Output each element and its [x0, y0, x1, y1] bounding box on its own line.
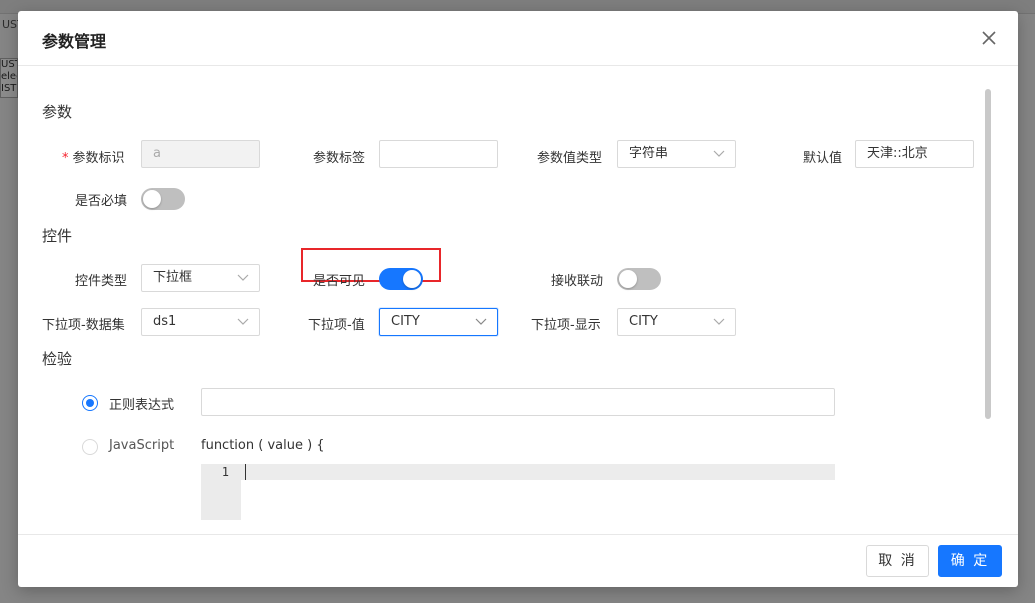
- regex-radio-label[interactable]: 正则表达式: [109, 394, 174, 413]
- dialog-header: 参数管理: [18, 11, 1018, 66]
- editor-active-line: [241, 464, 835, 480]
- section-title-control: 控件: [42, 227, 73, 245]
- value-type-selected: 字符串: [629, 146, 669, 161]
- required-mark: *: [62, 151, 69, 166]
- option-value-select[interactable]: CITY: [379, 308, 498, 336]
- param-id-input[interactable]: a: [141, 140, 260, 168]
- control-type-selected: 下拉框: [153, 270, 193, 285]
- param-id-label-text: 参数标识: [72, 151, 125, 166]
- javascript-radio[interactable]: [82, 439, 98, 455]
- param-tag-input[interactable]: [379, 140, 498, 168]
- control-type-label: 控件类型: [75, 274, 128, 289]
- scrollbar[interactable]: [984, 89, 992, 425]
- option-display-select[interactable]: CITY: [617, 308, 736, 336]
- required-toggle-label: 是否必填: [75, 194, 128, 209]
- linkage-toggle-label: 接收联动: [551, 274, 604, 289]
- option-display-label: 下拉项-显示: [531, 318, 601, 333]
- cancel-button[interactable]: 取 消: [866, 545, 929, 577]
- dialog-title: 参数管理: [42, 32, 107, 51]
- param-tag-label: 参数标签: [313, 151, 366, 166]
- visible-toggle-label: 是否可见: [313, 274, 366, 289]
- toggle-knob: [619, 270, 637, 288]
- option-value-label: 下拉项-值: [308, 318, 365, 333]
- editor-cursor: [245, 464, 246, 480]
- dataset-selected: ds1: [153, 314, 177, 329]
- option-display-selected: CITY: [629, 314, 658, 329]
- chevron-down-icon: [713, 318, 725, 325]
- default-value-label: 默认值: [803, 151, 843, 166]
- visible-toggle[interactable]: [379, 268, 423, 290]
- chevron-down-icon: [237, 318, 249, 325]
- section-title-validation: 检验: [42, 350, 73, 368]
- chevron-down-icon: [237, 274, 249, 281]
- required-toggle[interactable]: [141, 188, 185, 210]
- value-type-select[interactable]: 字符串: [617, 140, 736, 168]
- code-editor[interactable]: 1: [201, 464, 835, 520]
- linkage-toggle[interactable]: [617, 268, 661, 290]
- toggle-knob: [403, 270, 421, 288]
- default-value-input[interactable]: 天津::北京: [855, 140, 974, 168]
- option-value-selected: CITY: [391, 314, 420, 329]
- confirm-button[interactable]: 确 定: [938, 545, 1002, 577]
- value-type-label: 参数值类型: [537, 151, 603, 166]
- chevron-down-icon: [475, 318, 487, 325]
- function-signature: function ( value ) {: [201, 438, 325, 453]
- section-title-param: 参数: [42, 103, 73, 121]
- dialog-body: 参数 * 参数标识 a 参数标签 参数值类型 字符串 默认值 天津::北京 是否必…: [18, 67, 1018, 533]
- regex-radio[interactable]: [82, 395, 98, 411]
- control-type-select[interactable]: 下拉框: [141, 264, 260, 292]
- close-icon[interactable]: [980, 29, 998, 47]
- javascript-radio-label[interactable]: JavaScript: [109, 438, 174, 453]
- param-id-label: * 参数标识: [62, 147, 125, 166]
- dialog-footer: 取 消 确 定: [18, 534, 1018, 587]
- parameter-management-dialog: 参数管理 参数 * 参数标识 a 参数标签 参数值类型 字符串 默认值 天津::北…: [18, 11, 1018, 587]
- scrollbar-thumb[interactable]: [985, 89, 991, 419]
- editor-gutter: 1: [201, 464, 241, 520]
- line-number: 1: [221, 465, 229, 479]
- dataset-select[interactable]: ds1: [141, 308, 260, 336]
- chevron-down-icon: [713, 150, 725, 157]
- dataset-label: 下拉项-数据集: [42, 318, 125, 333]
- regex-input[interactable]: [201, 388, 835, 416]
- toggle-knob: [143, 190, 161, 208]
